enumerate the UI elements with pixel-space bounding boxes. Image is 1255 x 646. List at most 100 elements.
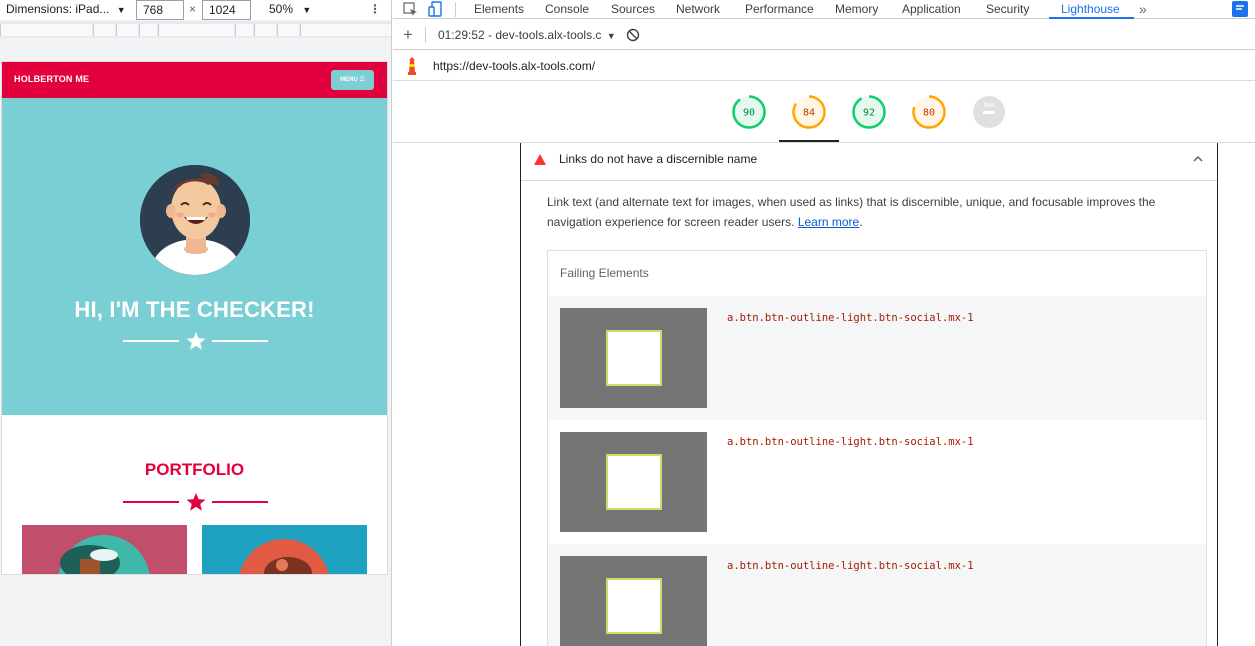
- dimensions-label: Dimensions: iPad...: [6, 2, 110, 16]
- audit-description: Link text (and alternate text for images…: [547, 192, 1187, 232]
- avatar-illustration: [140, 165, 250, 275]
- tab-elements[interactable]: Elements: [474, 0, 524, 19]
- more-options-icon[interactable]: ⋮: [369, 0, 381, 20]
- portfolio-item[interactable]: [202, 525, 367, 574]
- portfolio-item[interactable]: [22, 525, 187, 574]
- hero-section: HI, I'M THE CHECKER!: [2, 98, 387, 415]
- best-practices-score-gauge[interactable]: 92: [852, 95, 886, 129]
- issues-icon[interactable]: [1232, 1, 1248, 17]
- separator: [455, 2, 456, 17]
- active-tab-indicator: [1049, 17, 1134, 19]
- device-toolbar: Dimensions: iPad... ▼ 768 × 1024 50% ▼ ⋮: [0, 0, 391, 20]
- star-icon: [186, 493, 206, 511]
- chevron-down-icon: ▼: [116, 5, 126, 15]
- ruler-segment: [139, 24, 157, 36]
- tab-console[interactable]: Console: [545, 0, 589, 19]
- device-emulation-pane: Dimensions: iPad... ▼ 768 × 1024 50% ▼ ⋮…: [0, 0, 392, 646]
- device-toolbar-icon[interactable]: [428, 1, 443, 18]
- element-highlight: [606, 578, 662, 634]
- ruler-segment: [235, 24, 253, 36]
- audit-panel: Links do not have a discernible name Lin…: [520, 143, 1218, 646]
- tab-sources[interactable]: Sources: [611, 0, 655, 19]
- clear-icon[interactable]: [626, 28, 640, 42]
- divider-line: [123, 501, 179, 503]
- lighthouse-icon: [408, 57, 416, 75]
- tab-network[interactable]: Network: [676, 0, 720, 19]
- hero-title: HI, I'M THE CHECKER!: [74, 297, 315, 322]
- dimensions-dropdown[interactable]: Dimensions: iPad... ▼: [6, 0, 126, 20]
- width-input[interactable]: 768: [136, 0, 184, 20]
- active-category-indicator: [779, 140, 839, 142]
- tab-performance[interactable]: Performance: [745, 0, 814, 19]
- chevron-down-icon: ▼: [302, 5, 312, 15]
- svg-text:80: 80: [923, 108, 935, 119]
- ruler-segment: [93, 24, 115, 36]
- height-input[interactable]: 1024: [202, 0, 251, 20]
- ruler-segment: [0, 24, 92, 36]
- portfolio-section: PORTFOLIO: [2, 415, 387, 574]
- site-menu-button[interactable]: MENU ☰: [331, 70, 374, 90]
- table-row[interactable]: a.btn.btn-outline-light.btn-social.mx-1: [548, 296, 1206, 420]
- site-brand-link[interactable]: HOLBERTON ME: [14, 74, 89, 84]
- report-selector-label: 01:29:52 - dev-tools.alx-tools.c: [438, 28, 602, 42]
- times-sign: ×: [189, 2, 197, 16]
- avatar: [140, 165, 250, 275]
- tab-memory[interactable]: Memory: [835, 0, 878, 19]
- svg-text:90: 90: [743, 108, 755, 119]
- star-icon: [186, 332, 206, 350]
- element-screenshot: [560, 308, 707, 408]
- zoom-dropdown[interactable]: 50% ▼: [269, 0, 311, 20]
- element-highlight: [606, 330, 662, 386]
- tab-application[interactable]: Application: [902, 0, 961, 19]
- lighthouse-report: Links do not have a discernible name Lin…: [393, 143, 1255, 646]
- element-highlight: [606, 454, 662, 510]
- devtools-panel: Elements Console Sources Network Perform…: [393, 0, 1255, 646]
- element-screenshot: [560, 556, 707, 646]
- ruler-segment: [158, 24, 234, 36]
- devtools-tabbar: Elements Console Sources Network Perform…: [393, 0, 1255, 19]
- divider-line: [212, 501, 268, 503]
- failing-elements-table: Failing Elements a.btn.btn-outline-light…: [547, 250, 1207, 646]
- table-row[interactable]: a.btn.btn-outline-light.btn-social.mx-1: [548, 420, 1206, 544]
- emulated-page: HOLBERTON ME MENU ☰ HI, I'M THE CHECKER!…: [2, 62, 387, 574]
- media-query-ruler[interactable]: [0, 21, 391, 38]
- learn-more-link[interactable]: Learn more: [798, 215, 859, 229]
- portfolio-title: PORTFOLIO: [144, 460, 245, 479]
- performance-score-gauge[interactable]: 90: [732, 95, 766, 129]
- table-row[interactable]: a.btn.btn-outline-light.btn-social.mx-1: [548, 544, 1206, 646]
- element-selector: a.btn.btn-outline-light.btn-social.mx-1: [727, 560, 974, 572]
- lighthouse-toolbar: + 01:29:52 - dev-tools.alx-tools.c ▼: [393, 20, 1255, 50]
- ruler-segment: [254, 24, 276, 36]
- more-tabs-icon[interactable]: »: [1139, 0, 1147, 19]
- chevron-up-icon[interactable]: [1193, 155, 1203, 162]
- divider-line: [212, 340, 268, 342]
- audited-url: https://dev-tools.alx-tools.com/: [433, 59, 596, 73]
- cabin-illustration: [58, 535, 150, 574]
- divider-line: [123, 340, 179, 342]
- pwa-badge-gauge[interactable]: PWA: [972, 95, 1006, 129]
- tab-security[interactable]: Security: [986, 0, 1029, 19]
- ruler-segment: [277, 24, 299, 36]
- separator: [425, 27, 426, 43]
- element-selector: a.btn.btn-outline-light.btn-social.mx-1: [727, 436, 974, 448]
- fail-triangle-icon: [534, 154, 546, 165]
- chevron-down-icon: ▼: [606, 31, 616, 41]
- score-gauges: 90 84 92 80 PWA: [393, 82, 1255, 143]
- site-navbar: HOLBERTON ME MENU ☰: [2, 62, 387, 98]
- report-selector[interactable]: 01:29:52 - dev-tools.alx-tools.c ▼: [438, 28, 616, 42]
- zoom-label: 50%: [269, 2, 294, 16]
- element-selector: a.btn.btn-outline-light.btn-social.mx-1: [727, 312, 974, 324]
- failing-elements-header: Failing Elements: [560, 266, 649, 280]
- accessibility-score-gauge[interactable]: 84: [792, 95, 826, 129]
- seo-score-gauge[interactable]: 80: [912, 95, 946, 129]
- inspect-element-icon[interactable]: [403, 2, 418, 17]
- element-screenshot: [560, 432, 707, 532]
- cake-illustration: [239, 539, 329, 574]
- description-trailing: .: [859, 215, 863, 229]
- audit-title: Links do not have a discernible name: [559, 152, 758, 166]
- svg-text:84: 84: [803, 108, 815, 119]
- plus-icon[interactable]: +: [403, 25, 413, 45]
- url-bar: https://dev-tools.alx-tools.com/: [393, 51, 1255, 81]
- ruler-segment: [300, 24, 391, 36]
- audit-header[interactable]: Links do not have a discernible name: [521, 143, 1217, 181]
